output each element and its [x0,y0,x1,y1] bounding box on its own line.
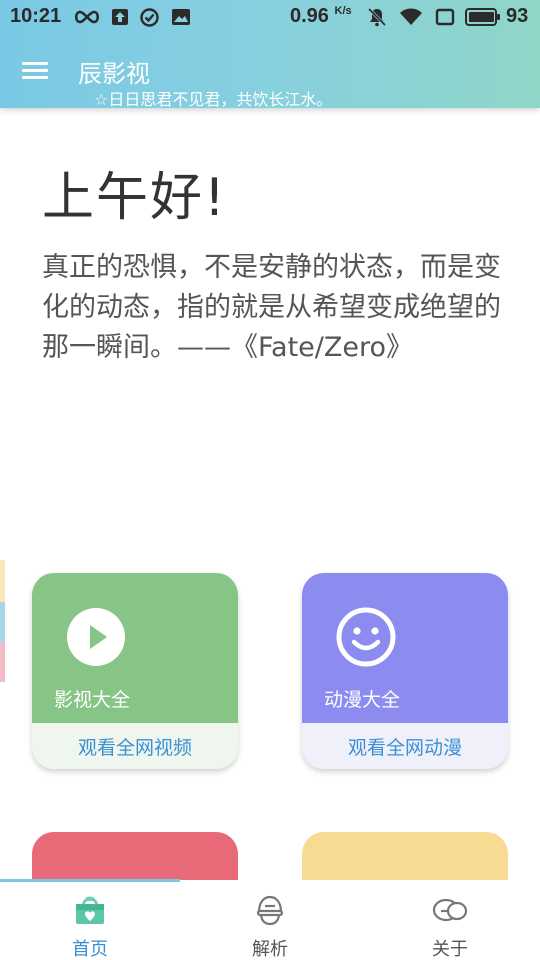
card-anime[interactable]: 动漫大全 观看全网动漫 [302,573,508,769]
infinity-icon [72,7,102,27]
app-title: 辰影视 [78,60,150,88]
bottom-nav: 首页 解析 关于 [0,880,540,960]
nav-item-home[interactable]: 首页 [0,880,180,960]
battery-icon [465,7,501,27]
edge-strip-yellow [0,560,5,602]
app-subtitle: ☆日日思君不见君，共饮长江水。 [94,90,333,109]
status-time: 10:21 [10,5,62,27]
scroll-indicator [0,879,180,882]
nav-item-about[interactable]: 关于 [360,880,540,960]
helmet-icon [252,892,288,928]
sim-icon [434,7,456,27]
bell-off-icon [366,7,388,27]
card-anime-header: 动漫大全 [302,573,508,723]
menu-icon[interactable] [22,58,54,84]
nav-item-parse[interactable]: 解析 [180,880,360,960]
check-circle-icon [139,7,159,27]
image-icon [170,7,192,27]
card-video-header: 影视大全 [32,573,238,723]
edge-strip-pink [0,642,5,682]
nav-label-home: 首页 [72,939,108,960]
nav-label-about: 关于 [432,939,468,960]
app-bar: 辰影视 ☆日日思君不见君，共饮长江水。 [0,48,540,109]
header: 10:21 0.96 K/s 93 辰影视 ☆日日思君不见君，共饮长江水。 [0,0,540,109]
nav-label-parse: 解析 [252,939,288,960]
home-box-icon [72,892,108,928]
card-video-action[interactable]: 观看全网视频 [32,723,238,769]
battery-level: 93 [506,5,529,27]
status-bar: 10:21 0.96 K/s 93 [0,0,540,34]
play-icon [66,607,126,667]
net-speed: 0.96 K/s [290,5,352,27]
wifi-icon [398,7,424,27]
smile-icon [336,607,396,667]
card-video[interactable]: 影视大全 观看全网视频 [32,573,238,769]
card-video-label: 影视大全 [54,689,131,711]
card-anime-label: 动漫大全 [324,689,401,711]
card-anime-action[interactable]: 观看全网动漫 [302,723,508,769]
edge-strip-blue [0,602,5,642]
chat-bubbles-icon [432,892,468,928]
upload-icon [110,7,130,27]
quote-text: 真正的恐惧，不是安静的状态，而是变化的动态，指的就是从希望变成绝望的那一瞬间。—… [42,252,501,363]
greeting-text: 上午好! [42,168,227,228]
